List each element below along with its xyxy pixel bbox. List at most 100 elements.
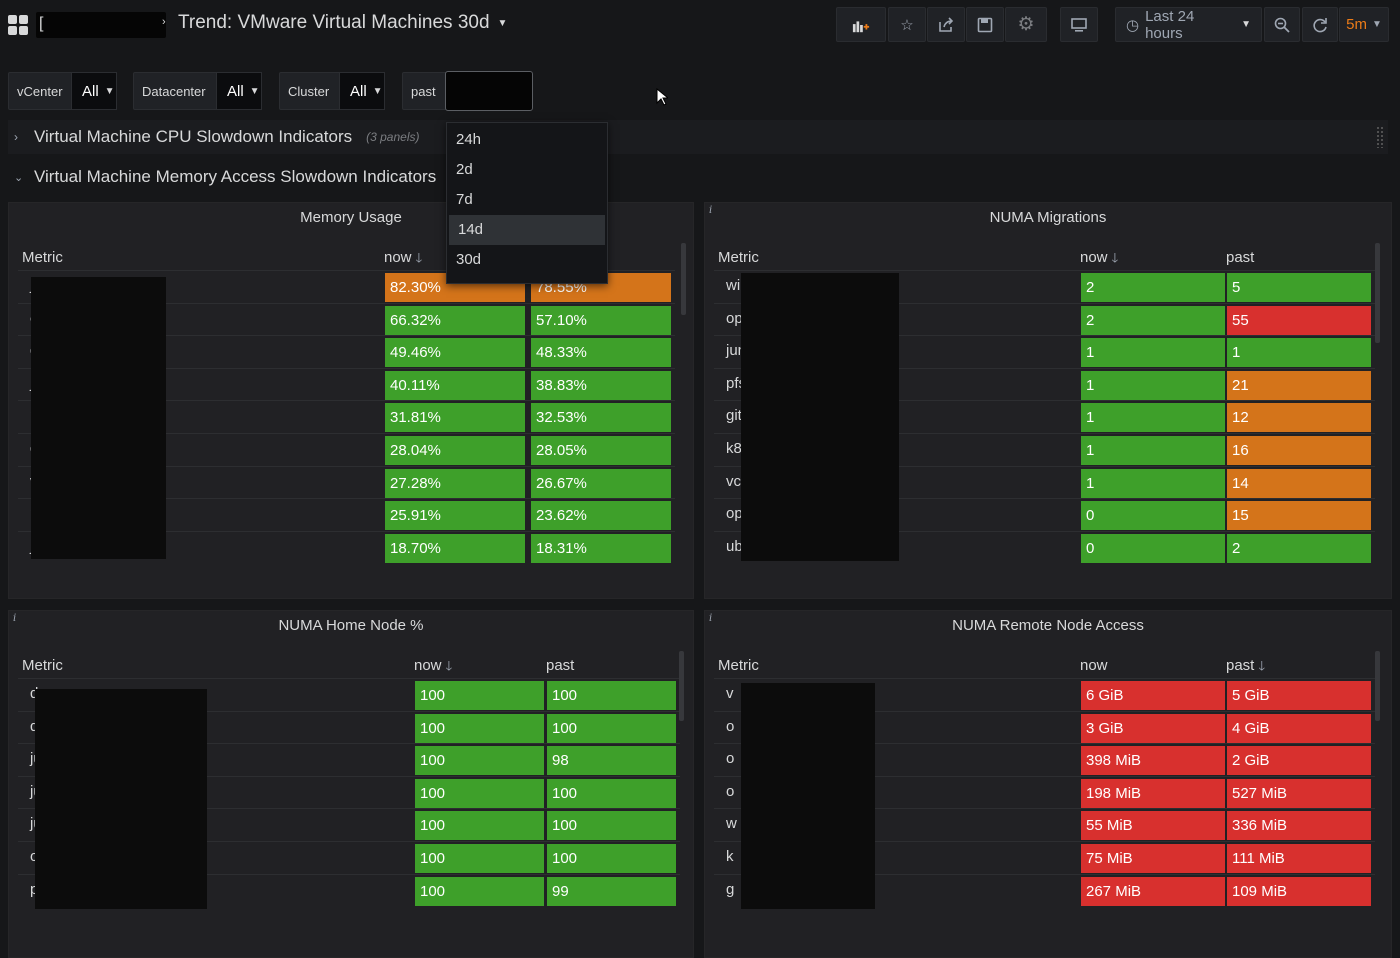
breadcrumb-folder[interactable]: [ — [36, 12, 166, 38]
chevron-down-icon: ▼ — [249, 85, 260, 97]
refresh-button[interactable] — [1302, 7, 1338, 42]
save-icon — [977, 17, 993, 32]
metric-name: o — [726, 782, 735, 800]
row-cpu-title-text: Virtual Machine CPU Slowdown Indicators — [34, 127, 353, 146]
variable-label-cluster: Cluster — [279, 72, 340, 110]
variable-select-datacenter[interactable]: All ▼ — [216, 72, 262, 110]
cell-now: 1 — [1081, 436, 1225, 465]
scrollbar[interactable] — [1375, 651, 1380, 721]
cell-past: 109 MiB — [1227, 876, 1371, 906]
panel-title[interactable]: NUMA Remote Node Access — [705, 617, 1391, 634]
star-button[interactable]: ☆ — [888, 7, 926, 42]
column-header-metric[interactable]: Metric — [718, 249, 759, 266]
column-header-metric[interactable]: Metric — [22, 657, 63, 674]
cell-past: 100 — [547, 681, 676, 710]
drag-handle-icon[interactable] — [1376, 126, 1384, 148]
dashboard-title[interactable]: Trend: VMware Virtual Machines 30d ▼ — [178, 12, 507, 34]
cell-past: 111 MiB — [1227, 844, 1371, 873]
dashboards-grid-icon[interactable] — [8, 15, 28, 35]
share-button[interactable] — [927, 7, 965, 42]
variable-select-cluster[interactable]: All ▼ — [339, 72, 385, 110]
add-panel-button[interactable] — [836, 7, 886, 42]
refresh-interval-picker[interactable]: 5m ▼ — [1339, 7, 1389, 42]
top-navbar: [ › Trend: VMware Virtual Machines 30d ▼… — [0, 0, 1400, 50]
column-header-past[interactable]: past — [1226, 249, 1254, 266]
variable-label-datacenter: Datacenter — [133, 72, 217, 110]
dropdown-option-14d[interactable]: 14d — [449, 215, 605, 245]
cell-now: 3 GiB — [1081, 713, 1225, 743]
row-memory-title-text: Virtual Machine Memory Access Slowdown I… — [34, 167, 437, 186]
dropdown-option-2d[interactable]: 2d — [447, 155, 607, 185]
cell-past: 4 GiB — [1227, 713, 1371, 743]
row-cpu-title[interactable]: › Virtual Machine CPU Slowdown Indicator… — [14, 127, 420, 147]
column-header-past-label: past — [546, 657, 575, 674]
cell-past: 18.31% — [531, 533, 671, 563]
time-range-label: Last 24 hours — [1145, 7, 1195, 42]
refresh-interval-label: 5m — [1346, 16, 1367, 33]
column-header-past[interactable]: past 🡓 — [1226, 657, 1265, 679]
scrollbar[interactable] — [679, 651, 684, 721]
cell-past: 99 — [547, 876, 676, 906]
column-header-now[interactable]: now 🡓 — [384, 249, 422, 271]
cell-now: 100 — [415, 713, 544, 743]
zoom-out-button[interactable] — [1264, 7, 1300, 42]
cell-now: 49.46% — [385, 338, 525, 368]
column-header-now[interactable]: now — [1080, 657, 1108, 674]
variable-input-past[interactable] — [445, 71, 533, 111]
panel-title[interactable]: NUMA Migrations — [705, 209, 1391, 226]
dropdown-option-30d[interactable]: 30d — [447, 245, 607, 275]
column-header-now-label: now — [414, 657, 442, 674]
column-header-past-label: past — [1226, 249, 1255, 266]
column-header-now[interactable]: now 🡓 — [1080, 249, 1118, 271]
column-header-now-label: now — [1080, 249, 1108, 266]
cell-now: 100 — [415, 876, 544, 906]
metric-name: o — [726, 717, 735, 735]
cell-now: 1 — [1081, 338, 1225, 368]
cell-past: 100 — [547, 844, 676, 873]
clock-icon: ◷ — [1126, 16, 1140, 34]
panel-title[interactable]: NUMA Home Node % — [9, 617, 693, 634]
chevron-down-icon: ▼ — [1241, 19, 1251, 30]
chevron-right-icon: › — [14, 130, 18, 144]
column-header-metric[interactable]: Metric — [22, 249, 63, 266]
scrollbar[interactable] — [1375, 243, 1380, 343]
column-header-now[interactable]: now 🡓 — [414, 657, 452, 679]
column-header-metric[interactable]: Metric — [718, 657, 759, 674]
save-button[interactable] — [966, 7, 1004, 42]
settings-button[interactable]: ⚙ — [1005, 7, 1047, 42]
panel-numa-migrations: i NUMA Migrations Metric now 🡓 past win 2 5 opv 2 5… — [704, 202, 1392, 599]
cell-now: 100 — [415, 681, 544, 710]
scrollbar[interactable] — [681, 243, 686, 315]
cell-past: 23.62% — [531, 501, 671, 531]
cell-now: 2 — [1081, 305, 1225, 335]
time-range-picker[interactable]: ◷ Last 24 hours ▼ — [1115, 7, 1262, 42]
cell-past: 2 GiB — [1227, 746, 1371, 776]
chevron-down-icon: ▼ — [497, 17, 508, 29]
cell-past: 21 — [1227, 370, 1371, 400]
cell-past: 57.10% — [531, 305, 671, 335]
metric-name: g — [726, 880, 735, 898]
column-header-past[interactable]: past — [546, 657, 574, 674]
variable-value-vcenter: All — [82, 82, 99, 100]
metric-name: v — [726, 685, 734, 702]
zoom-out-icon — [1274, 17, 1290, 33]
cell-past: 2 — [1227, 533, 1371, 563]
panel-numa-home-node: iNUMA Home Node %Metricnow🡓pastde100100d… — [8, 610, 694, 958]
view-mode-button[interactable] — [1060, 7, 1098, 42]
row-memory-title[interactable]: ⌄ Virtual Machine Memory Access Slowdown… — [14, 167, 436, 187]
dropdown-option-24h[interactable]: 24h — [447, 125, 607, 155]
cell-past: 28.05% — [531, 436, 671, 465]
cell-past: 5 GiB — [1227, 681, 1371, 710]
variable-select-vcenter[interactable]: All ▼ — [71, 72, 117, 110]
cell-past: 98 — [547, 746, 676, 776]
metric-name: w — [726, 815, 737, 833]
monitor-icon — [1071, 17, 1087, 32]
cell-past: 1 — [1227, 338, 1371, 368]
cell-now: 6 GiB — [1081, 681, 1225, 710]
cell-now: 0 — [1081, 533, 1225, 563]
cell-now: 66.32% — [385, 305, 525, 335]
chevron-down-icon: ⌄ — [14, 171, 24, 184]
cell-past: 5 — [1227, 273, 1371, 302]
dropdown-option-7d[interactable]: 7d — [447, 185, 607, 215]
cell-now: 25.91% — [385, 501, 525, 531]
